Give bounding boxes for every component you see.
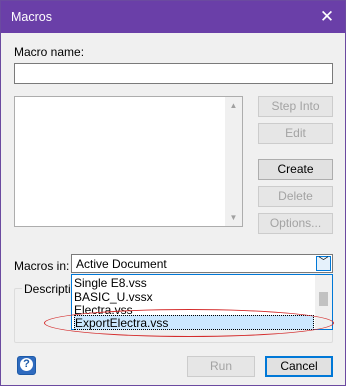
scroll-up-icon[interactable]: ▲: [225, 97, 242, 114]
create-button[interactable]: Create: [258, 159, 333, 180]
title-bar: Macros ✕: [1, 1, 345, 33]
delete-button[interactable]: Delete: [258, 186, 333, 207]
options-button[interactable]: Options...: [258, 213, 333, 234]
step-into-button[interactable]: Step Into: [258, 96, 333, 117]
dialog-title: Macros: [11, 10, 52, 24]
run-button[interactable]: Run: [187, 356, 255, 377]
macro-list[interactable]: ▲ ▼: [14, 96, 243, 227]
close-icon[interactable]: ✕: [309, 1, 345, 33]
macros-in-label: Macros in:: [14, 259, 70, 273]
dropdown-option[interactable]: Single E8.vss: [74, 276, 314, 291]
macro-list-scrollbar[interactable]: ▲ ▼: [225, 97, 242, 226]
chevron-down-icon[interactable]: ﹀: [316, 256, 331, 271]
dropdown-option-selected[interactable]: ExportElectra.vss: [74, 315, 314, 330]
macros-dialog: Macros ✕ Macro name: ▲ ▼ Step Into Edit …: [0, 0, 346, 386]
dropdown-scroll-thumb[interactable]: [319, 292, 328, 306]
edit-button[interactable]: Edit: [258, 123, 333, 144]
cancel-button[interactable]: Cancel: [265, 356, 333, 377]
help-icon: ?: [20, 358, 33, 371]
macros-in-dropdown[interactable]: Single E8.vss BASIC_U.vssx Electra.vss E…: [71, 274, 333, 330]
macros-in-value: Active Document: [76, 257, 167, 271]
macro-name-label: Macro name:: [14, 45, 85, 59]
dropdown-scrollbar[interactable]: [315, 275, 332, 329]
macros-in-select[interactable]: Active Document ﹀: [71, 254, 333, 273]
scroll-down-icon[interactable]: ▼: [225, 209, 242, 226]
macro-name-input[interactable]: [14, 63, 333, 84]
help-button[interactable]: ?: [17, 356, 36, 375]
description-label: Descripti: [22, 282, 73, 296]
